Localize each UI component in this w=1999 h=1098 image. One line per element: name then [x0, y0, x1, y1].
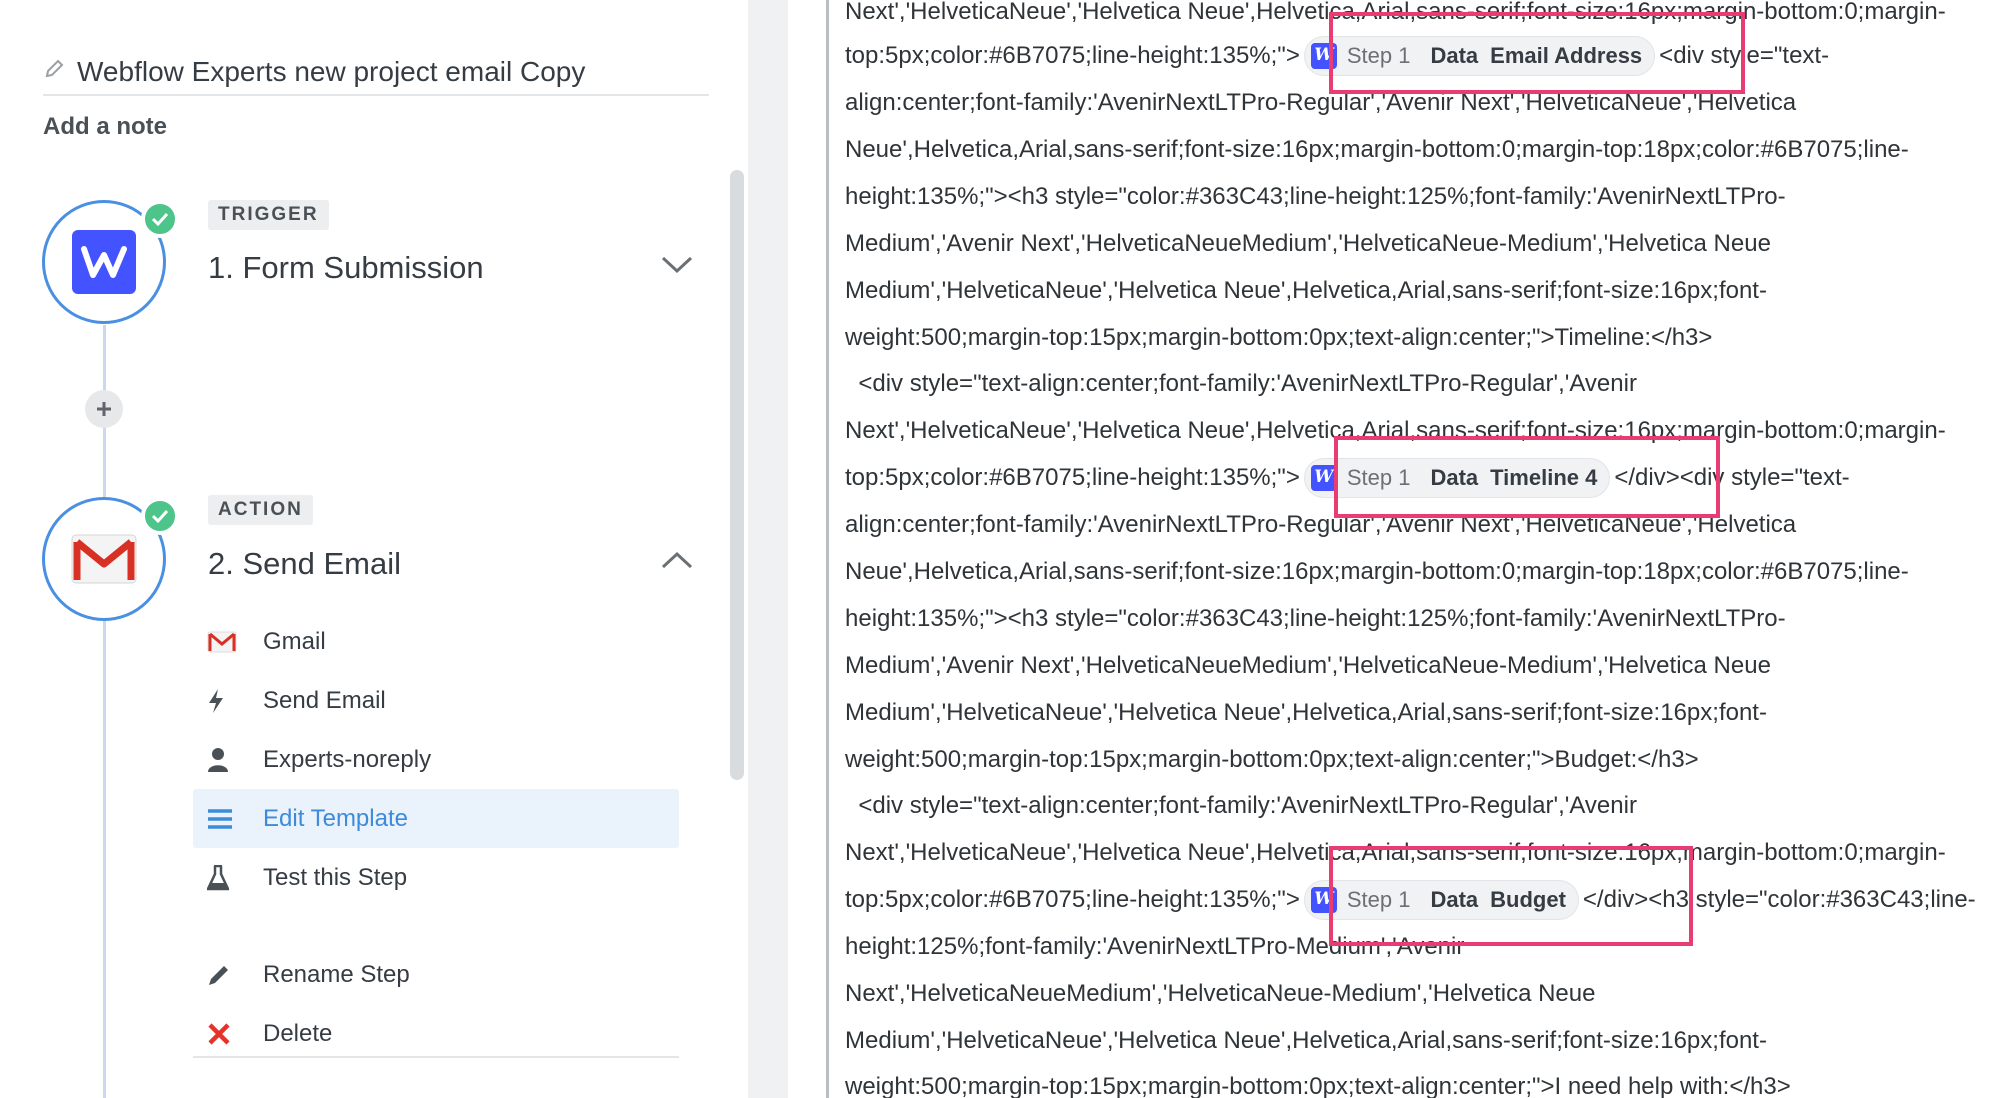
zap-editor-sidebar: Webflow Experts new project email Copy A… [0, 0, 748, 1098]
code-line: Next','HelveticaNeue','Helvetica Neue',H… [845, 417, 1946, 444]
code-line: Medium','HelveticaNeue','Helvetica Neue'… [845, 1027, 1767, 1054]
code-line: Medium','HelveticaNeue','Helvetica Neue'… [845, 699, 1767, 726]
user-icon [207, 746, 243, 774]
code-line: Next','HelveticaNeueMedium','HelveticaNe… [845, 980, 1596, 1007]
panel-divider [748, 0, 788, 1098]
webflow-icon: W [1310, 464, 1337, 491]
menu-item-label: Send Email [263, 686, 386, 714]
chevron-down-icon[interactable] [660, 254, 694, 276]
code-line: height:135%;"><h3 style="color:#363C43;l… [845, 183, 1786, 210]
webflow-icon: W [1310, 42, 1337, 69]
code-line: Medium','HelveticaNeue','Helvetica Neue'… [845, 277, 1767, 304]
menu-item-label: Rename Step [263, 960, 410, 988]
menu-item-label: Experts-noreply [263, 745, 432, 773]
code-line: top:5px;color:#6B7075;line-height:135%;"… [845, 454, 1850, 501]
webflow-logo-icon [72, 230, 136, 294]
code-line: weight:500;margin-top:15px;margin-bottom… [845, 324, 1713, 351]
flask-icon [207, 864, 243, 892]
sidebar-scrollbar[interactable] [730, 170, 744, 780]
webflow-icon: W [1310, 886, 1337, 913]
add-step-button[interactable] [85, 390, 123, 428]
code-line: Neue',Helvetica,Arial,sans-serif;font-si… [845, 136, 1909, 163]
code-line: Neue',Helvetica,Arial,sans-serif;font-si… [845, 558, 1909, 585]
template-editor[interactable]: Next','HelveticaNeue','Helvetica Neue',H… [829, 0, 1999, 1098]
chevron-up-icon[interactable] [660, 549, 694, 571]
menu-item-account[interactable]: Experts-noreply [193, 730, 679, 789]
menu-item-delete[interactable]: Delete [193, 1004, 679, 1063]
menu-item-label: Delete [263, 1019, 333, 1047]
menu-item-send-email[interactable]: Send Email [193, 671, 679, 730]
code-line: weight:500;margin-top:15px;margin-bottom… [845, 746, 1699, 773]
menu-item-gmail[interactable]: Gmail [193, 612, 679, 671]
field-pill-timeline[interactable]: W Step 1 Data Timeline 4 [1303, 457, 1611, 498]
code-line: Medium','Avenir Next','HelveticaNeueMedi… [845, 230, 1771, 257]
field-pill-email[interactable]: W Step 1 Data Email Address [1303, 35, 1656, 76]
menu-item-edit-template[interactable]: Edit Template [193, 789, 679, 848]
menu-item-label: Test this Step [263, 863, 408, 891]
gmail-icon [207, 628, 243, 656]
check-icon [141, 200, 179, 238]
menu-divider [193, 1056, 679, 1058]
step-menu: Gmail Send Email Experts-noreply Edit Te… [193, 612, 679, 1063]
code-line: <div style="text-align:center;font-famil… [845, 370, 1637, 397]
code-line: Medium','Avenir Next','HelveticaNeueMedi… [845, 652, 1771, 679]
zap-title: Webflow Experts new project email Copy [77, 56, 586, 87]
code-line: <div style="text-align:center;font-famil… [845, 792, 1637, 819]
step-timeline-line [103, 325, 106, 1098]
code-line: Next','HelveticaNeue','Helvetica Neue',H… [845, 839, 1946, 866]
list-icon [207, 805, 243, 833]
code-line: align:center;font-family:'AvenirNextLTPr… [845, 89, 1797, 116]
action-step-title[interactable]: 2. Send Email [208, 546, 401, 582]
x-icon [207, 1020, 243, 1048]
pencil-icon [43, 58, 65, 80]
code-line: top:5px;color:#6B7075;line-height:135%;"… [845, 876, 1976, 923]
action-badge: ACTION [208, 495, 313, 525]
menu-item-label: Gmail [263, 627, 326, 655]
code-line: Next','HelveticaNeue','Helvetica Neue',H… [845, 0, 1946, 25]
code-line: height:135%;"><h3 style="color:#363C43;l… [845, 605, 1786, 632]
code-line: top:5px;color:#6B7075;line-height:135%;"… [845, 32, 1829, 79]
code-line: align:center;font-family:'AvenirNextLTPr… [845, 511, 1797, 538]
code-line: height:125%;font-family:'AvenirNextLTPro… [845, 933, 1465, 960]
add-note-link[interactable]: Add a note [43, 113, 167, 141]
bolt-icon [207, 687, 243, 715]
check-icon [141, 497, 179, 535]
pencil-icon [207, 961, 243, 989]
menu-item-test-step[interactable]: Test this Step [193, 848, 679, 907]
gmail-logo-icon [71, 534, 137, 584]
zap-title-field[interactable]: Webflow Experts new project email Copy [43, 52, 709, 96]
field-pill-budget[interactable]: W Step 1 Data Budget [1303, 879, 1579, 920]
menu-item-rename-step[interactable]: Rename Step [193, 945, 679, 1004]
menu-item-label: Edit Template [263, 804, 408, 832]
trigger-badge: TRIGGER [208, 200, 329, 230]
code-line: weight:500;margin-top:15px;margin-bottom… [845, 1073, 1791, 1098]
trigger-step-title[interactable]: 1. Form Submission [208, 250, 484, 286]
